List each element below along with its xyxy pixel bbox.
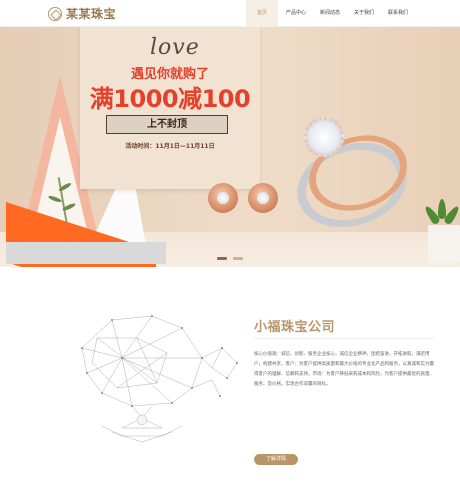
nav-item-home[interactable]: 首页 [246, 0, 278, 27]
love-script: love [150, 35, 200, 60]
logo-text: 某某珠宝 [66, 7, 117, 21]
polygon-shell-illustration [81, 315, 238, 443]
earring-image [248, 183, 278, 213]
learn-more-button[interactable]: 了解详情 [254, 454, 298, 465]
nav-item-products[interactable]: 产品中心 [280, 0, 312, 27]
promo-discount: 满1000减100 [89, 85, 251, 113]
about-divider [254, 338, 434, 339]
diamond-icon [217, 192, 229, 204]
diamond-icon [257, 192, 269, 204]
promo-period: 活动时间：11月1日—11月11日 [125, 143, 215, 150]
promo-cap-badge[interactable]: 上不封顶 [106, 115, 228, 134]
slider-pagination [0, 257, 460, 260]
nav-item-contact[interactable]: 联系我们 [382, 0, 414, 27]
site-header: 某某珠宝 首页 产品中心 新闻动态 关于我们 联系我们 [0, 0, 460, 27]
about-description: 核心价值观：诚信、创新、服务企业核心，诚信企业精神，团结奋进，开拓进取，满足用户… [254, 352, 434, 387]
grey-slab-decoration [6, 242, 166, 264]
nav-item-news[interactable]: 新闻动态 [314, 0, 346, 27]
earring-image [208, 183, 238, 213]
main-nav: 首页 产品中心 新闻动态 关于我们 联系我们 [246, 0, 416, 27]
slider-dot[interactable] [217, 257, 227, 260]
ring-gem-icon [304, 117, 344, 157]
about-title: 小福珠宝公司 [254, 320, 336, 335]
diamond-emblem-icon [48, 6, 62, 21]
slider-dot[interactable] [233, 257, 243, 260]
hero-banner[interactable]: love 遇见你就购了 满1000减100 上不封顶 活动时间：11月1日—11… [0, 27, 460, 267]
site-logo[interactable]: 某某珠宝 [48, 5, 116, 22]
nav-item-about[interactable]: 关于我们 [348, 0, 380, 27]
